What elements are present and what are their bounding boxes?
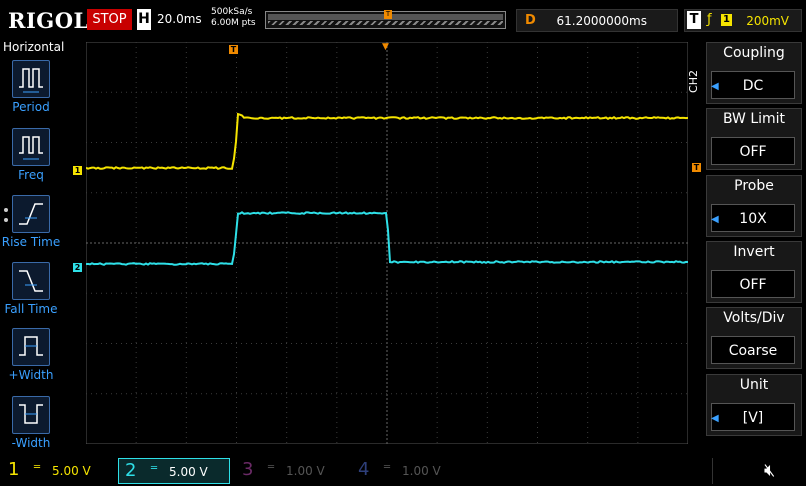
memory-trigger-mark: T	[384, 10, 392, 19]
horizontal-measure-menu: Horizontal Period Freq Rise Time Fall Ti…	[0, 38, 62, 456]
top-status-bar: RIGOL STOP H 20.0ms 500kSa/s 6.00M pts T…	[0, 0, 806, 38]
ch1-number: 1	[8, 459, 19, 480]
rigol-logo: RIGOL	[8, 8, 89, 33]
volts-div-title: Volts/Div	[707, 310, 801, 326]
select-arrow-icon: ◀	[711, 81, 719, 92]
horizontal-badge: H	[137, 9, 151, 30]
probe-softkey[interactable]: Probe 10X ◀	[706, 175, 802, 237]
rise-time-icon	[12, 195, 50, 233]
probe-value: 10X	[711, 204, 795, 232]
bw-limit-value: OFF	[711, 137, 795, 165]
bw-limit-title: BW Limit	[707, 111, 801, 127]
memory-overview-strip: T	[265, 11, 506, 29]
invert-title: Invert	[707, 244, 801, 260]
bw-limit-softkey[interactable]: BW Limit OFF	[706, 108, 802, 170]
measure-period-button[interactable]: Period	[0, 60, 62, 114]
memory-waveform	[268, 21, 503, 25]
period-label: Period	[0, 100, 62, 114]
trigger-info-box[interactable]: T ƒ 1 200mV	[684, 9, 802, 32]
memory-depth: 6.00M pts	[211, 18, 256, 29]
ch2-status-tab[interactable]: 2 ═ 5.00 V	[118, 458, 230, 484]
measure-pos-width-button[interactable]: +Width	[0, 328, 62, 382]
ch1-offset-marker[interactable]: 1	[73, 166, 82, 175]
coupling-title: Coupling	[707, 45, 801, 61]
neg-width-label: -Width	[0, 436, 62, 450]
ch4-number: 4	[358, 459, 369, 480]
invert-value: OFF	[711, 270, 795, 298]
select-arrow-icon: ◀	[711, 214, 719, 225]
rising-edge-icon: ƒ	[707, 12, 712, 27]
trigger-source-badge: 1	[721, 14, 732, 26]
waveform-display[interactable]	[86, 42, 688, 444]
sample-rate: 500kSa/s	[211, 7, 256, 18]
dc-coupling-icon: ═	[34, 462, 40, 473]
ch4-status-tab[interactable]: 4 ═ 1.00 V	[352, 458, 462, 484]
coupling-softkey[interactable]: Coupling DC ◀	[706, 42, 802, 104]
negative-width-icon	[12, 396, 50, 434]
speaker-muted-icon[interactable]: 🔇︎	[764, 460, 775, 481]
menu-title: Horizontal	[3, 40, 64, 54]
unit-softkey[interactable]: Unit [V] ◀	[706, 374, 802, 436]
volts-div-softkey[interactable]: Volts/Div Coarse	[706, 307, 802, 369]
fall-time-icon	[12, 262, 50, 300]
delay-value: 61.2000000ms	[557, 14, 647, 28]
dc-coupling-icon: ═	[384, 462, 390, 473]
unit-title: Unit	[707, 377, 801, 393]
unit-value: [V]	[711, 403, 795, 431]
ch2-scale: 5.00 V	[169, 465, 208, 479]
measure-neg-width-button[interactable]: -Width	[0, 396, 62, 450]
menu-channel-label: CH2	[687, 70, 700, 93]
freq-label: Freq	[0, 168, 62, 182]
select-arrow-icon: ◀	[711, 413, 719, 424]
channel-status-bar: 1 ═ 5.00 V 2 ═ 5.00 V 3 ═ 1.00 V 4 ═ 1.0…	[0, 456, 806, 486]
measure-rise-time-button[interactable]: Rise Time	[0, 195, 62, 249]
ch4-scale: 1.00 V	[402, 464, 441, 478]
ch3-status-tab[interactable]: 3 ═ 1.00 V	[236, 458, 344, 484]
rise-time-label: Rise Time	[0, 235, 62, 249]
delay-position-arrow: ▼	[382, 42, 389, 52]
measure-freq-button[interactable]: Freq	[0, 128, 62, 182]
acquisition-info: 500kSa/s 6.00M pts	[211, 7, 256, 29]
ch3-number: 3	[242, 459, 253, 480]
channel-menu: Coupling DC ◀ BW Limit OFF Probe 10X ◀ I…	[706, 42, 802, 448]
coupling-value: DC	[711, 71, 795, 99]
sound-area	[712, 458, 803, 484]
invert-softkey[interactable]: Invert OFF	[706, 241, 802, 303]
fall-time-label: Fall Time	[0, 302, 62, 316]
frequency-icon	[12, 128, 50, 166]
positive-width-icon	[12, 328, 50, 366]
ch1-scale: 5.00 V	[52, 464, 91, 478]
dc-coupling-icon: ═	[268, 462, 274, 473]
timebase-value[interactable]: 20.0ms	[157, 12, 202, 26]
trigger-level-value: 200mV	[746, 14, 789, 28]
ch2-offset-marker[interactable]: 2	[73, 263, 82, 272]
ch1-status-tab[interactable]: 1 ═ 5.00 V	[2, 458, 112, 484]
probe-title: Probe	[707, 178, 801, 194]
run-stop-status[interactable]: STOP	[87, 9, 132, 30]
period-icon	[12, 60, 50, 98]
trigger-level-marker[interactable]: T	[692, 163, 701, 172]
volts-div-value: Coarse	[711, 336, 795, 364]
horizontal-delay-box[interactable]: D 61.2000000ms	[516, 9, 678, 32]
ch2-number: 2	[125, 460, 136, 481]
trigger-position-marker: T	[229, 45, 238, 54]
measure-fall-time-button[interactable]: Fall Time	[0, 262, 62, 316]
pos-width-label: +Width	[0, 368, 62, 382]
delay-label: D	[525, 13, 536, 28]
ch3-scale: 1.00 V	[286, 464, 325, 478]
dc-coupling-icon: ═	[151, 463, 157, 474]
trigger-label: T	[687, 11, 701, 29]
